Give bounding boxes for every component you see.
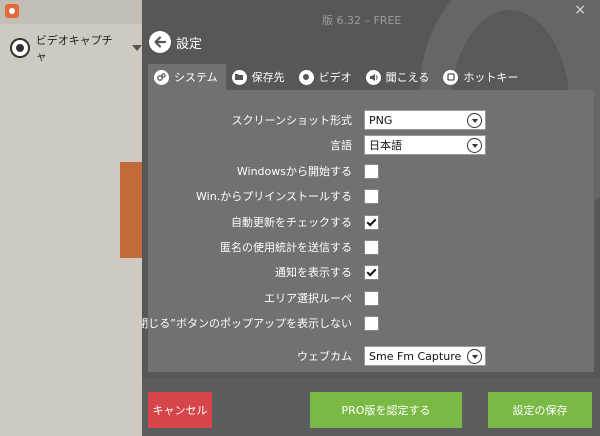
language-value: 日本語 [369,139,402,152]
background-titlebar [0,0,142,24]
area-magnifier-label: エリア選択ルーペ [264,292,352,305]
area-magnifier-checkbox[interactable] [364,290,379,306]
screenshot-format-select[interactable]: PNG [364,110,486,130]
setting-row-auto-update: 自動更新をチェックする [148,210,594,234]
notifications-checkbox[interactable] [364,264,379,280]
tab-label: 聞こえる [385,71,430,84]
tab-label: システム [174,71,218,84]
settings-panel: 版 6.32 – FREE × 設定 システム 保存先 ビデオ 聞こえる ホット… [142,0,600,436]
back-button[interactable]: 設定 [149,31,202,53]
capture-mode-select[interactable]: ビデオキャプチャ [10,32,142,64]
background-orange-panel [120,162,142,258]
settings-content: スクリーンショット形式 PNG 言語 日本語 Windowsから開始する Win… [142,90,594,372]
notifications-label: 通知を表示する [275,266,352,279]
arrow-left-icon [149,31,171,53]
close-button[interactable]: × [574,2,586,18]
tab-label: ビデオ [318,71,352,84]
setting-row-start-with-windows: Windowsから開始する [148,159,594,183]
record-icon [298,69,314,85]
background-app: ビデオキャプチャ [0,0,142,436]
tab-label: 保存先 [251,71,285,84]
setting-row-preinstall: Win.からプリインストールする [148,184,594,208]
anonymous-stats-label: 匿名の使用統計を送信する [220,241,352,254]
tab-video[interactable]: ビデオ [293,64,360,90]
tab-system[interactable]: システム [148,64,226,90]
setting-row-screenshot-format: スクリーンショット形式 PNG [148,108,594,132]
screenshot-format-label: スクリーンショット形式 [231,114,352,127]
setting-row-notifications: 通知を表示する [148,260,594,284]
checkmark-icon [366,216,377,226]
language-select[interactable]: 日本語 [364,135,486,155]
setting-row-area-magnifier: エリア選択ルーペ [148,286,594,310]
start-with-windows-label: Windowsから開始する [236,165,352,178]
tab-save-location[interactable]: 保存先 [226,64,293,90]
settings-tabs: システム 保存先 ビデオ 聞こえる ホットキー [148,64,526,90]
speaker-icon [365,69,381,85]
folder-icon [231,69,247,85]
auto-update-checkbox[interactable] [364,214,379,230]
setting-row-anonymous-stats: 匿名の使用統計を送信する [148,235,594,259]
record-mode-icon [10,38,30,58]
page-title: 設定 [176,36,203,52]
tab-label: ホットキー [463,71,519,84]
close-popup-label: “閉じる”ボタンのポップアップを表示しない [142,317,352,330]
preinstall-checkbox[interactable] [364,188,379,204]
cancel-button[interactable]: キャンセル [148,392,212,428]
capture-mode-label: ビデオキャプチャ [35,34,113,63]
tab-audio[interactable]: 聞こえる [360,64,438,90]
setting-row-webcam: ウェブカム Sme Fm Capture [148,344,594,368]
start-with-windows-checkbox[interactable] [364,163,379,179]
chevron-down-icon [132,45,142,51]
screenshot-format-value: PNG [369,113,393,127]
chevron-down-icon [467,113,482,128]
hotkey-icon [443,69,459,85]
window-title: 版 6.32 – FREE [322,14,402,27]
chevron-down-icon [467,349,482,364]
tab-hotkeys[interactable]: ホットキー [437,64,526,90]
activate-pro-button[interactable]: PRO版を認定する [310,392,462,428]
system-icon [154,69,169,85]
webcam-label: ウェブカム [297,350,352,363]
checkmark-icon [366,266,377,276]
anonymous-stats-checkbox[interactable] [364,239,379,255]
setting-row-language: 言語 日本語 [148,133,594,157]
auto-update-label: 自動更新をチェックする [231,216,352,229]
preinstall-label: Win.からプリインストールする [196,190,352,203]
webcam-select[interactable]: Sme Fm Capture [364,346,486,366]
setting-row-close-popup: “閉じる”ボタンのポップアップを表示しない [142,311,594,335]
webcam-value: Sme Fm Capture [369,349,462,363]
language-label: 言語 [330,139,352,152]
chevron-down-icon [467,138,482,153]
app-logo-icon [5,4,19,18]
close-popup-checkbox[interactable] [364,315,379,331]
footer-bar: キャンセル PRO版を認定する 設定の保存 [142,378,600,436]
save-settings-button[interactable]: 設定の保存 [488,392,592,428]
